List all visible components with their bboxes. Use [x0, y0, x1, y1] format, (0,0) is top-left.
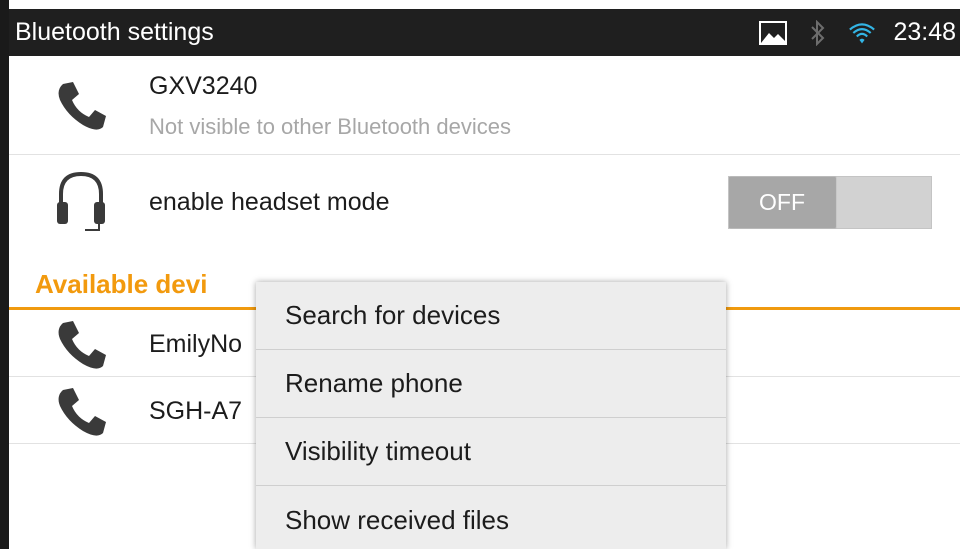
- page-title: Bluetooth settings: [15, 18, 214, 46]
- section-label: Available devi: [35, 269, 208, 299]
- bluetooth-icon: [805, 18, 831, 48]
- menu-item-rename-phone[interactable]: Rename phone: [256, 350, 726, 418]
- available-device-name: SGH-A7: [149, 397, 243, 425]
- menu-item-show-received-files[interactable]: Show received files: [256, 486, 726, 549]
- phone-icon: [53, 317, 109, 373]
- wifi-icon: [849, 18, 876, 48]
- picture-icon: [759, 20, 788, 45]
- top-strip: [9, 0, 960, 9]
- menu-item-search-devices[interactable]: Search for devices: [256, 282, 726, 350]
- headset-mode-toggle[interactable]: OFF: [728, 176, 932, 229]
- status-clock: 23:48: [893, 18, 956, 46]
- device-name: GXV3240: [149, 72, 258, 100]
- status-bar: 23:48: [759, 9, 960, 56]
- toggle-knob: OFF: [729, 177, 835, 228]
- available-device-name: EmilyNo: [149, 330, 243, 358]
- device-visibility-status: Not visible to other Bluetooth devices: [149, 114, 511, 139]
- menu-item-visibility-timeout[interactable]: Visibility timeout: [256, 418, 726, 486]
- title-bar: Bluetooth settings 23:48: [9, 9, 960, 56]
- headset-mode-row[interactable]: enable headset mode OFF: [9, 155, 960, 255]
- bluetooth-settings-screen: Bluetooth settings 23:48 GXV3240 Not vis…: [0, 0, 960, 549]
- phone-icon: [53, 384, 109, 440]
- device-info-row[interactable]: GXV3240 Not visible to other Bluetooth d…: [9, 56, 960, 155]
- headset-icon: [53, 171, 109, 231]
- headset-mode-label: enable headset mode: [149, 188, 390, 216]
- options-menu: Search for devices Rename phone Visibili…: [256, 282, 726, 549]
- phone-icon: [53, 78, 109, 134]
